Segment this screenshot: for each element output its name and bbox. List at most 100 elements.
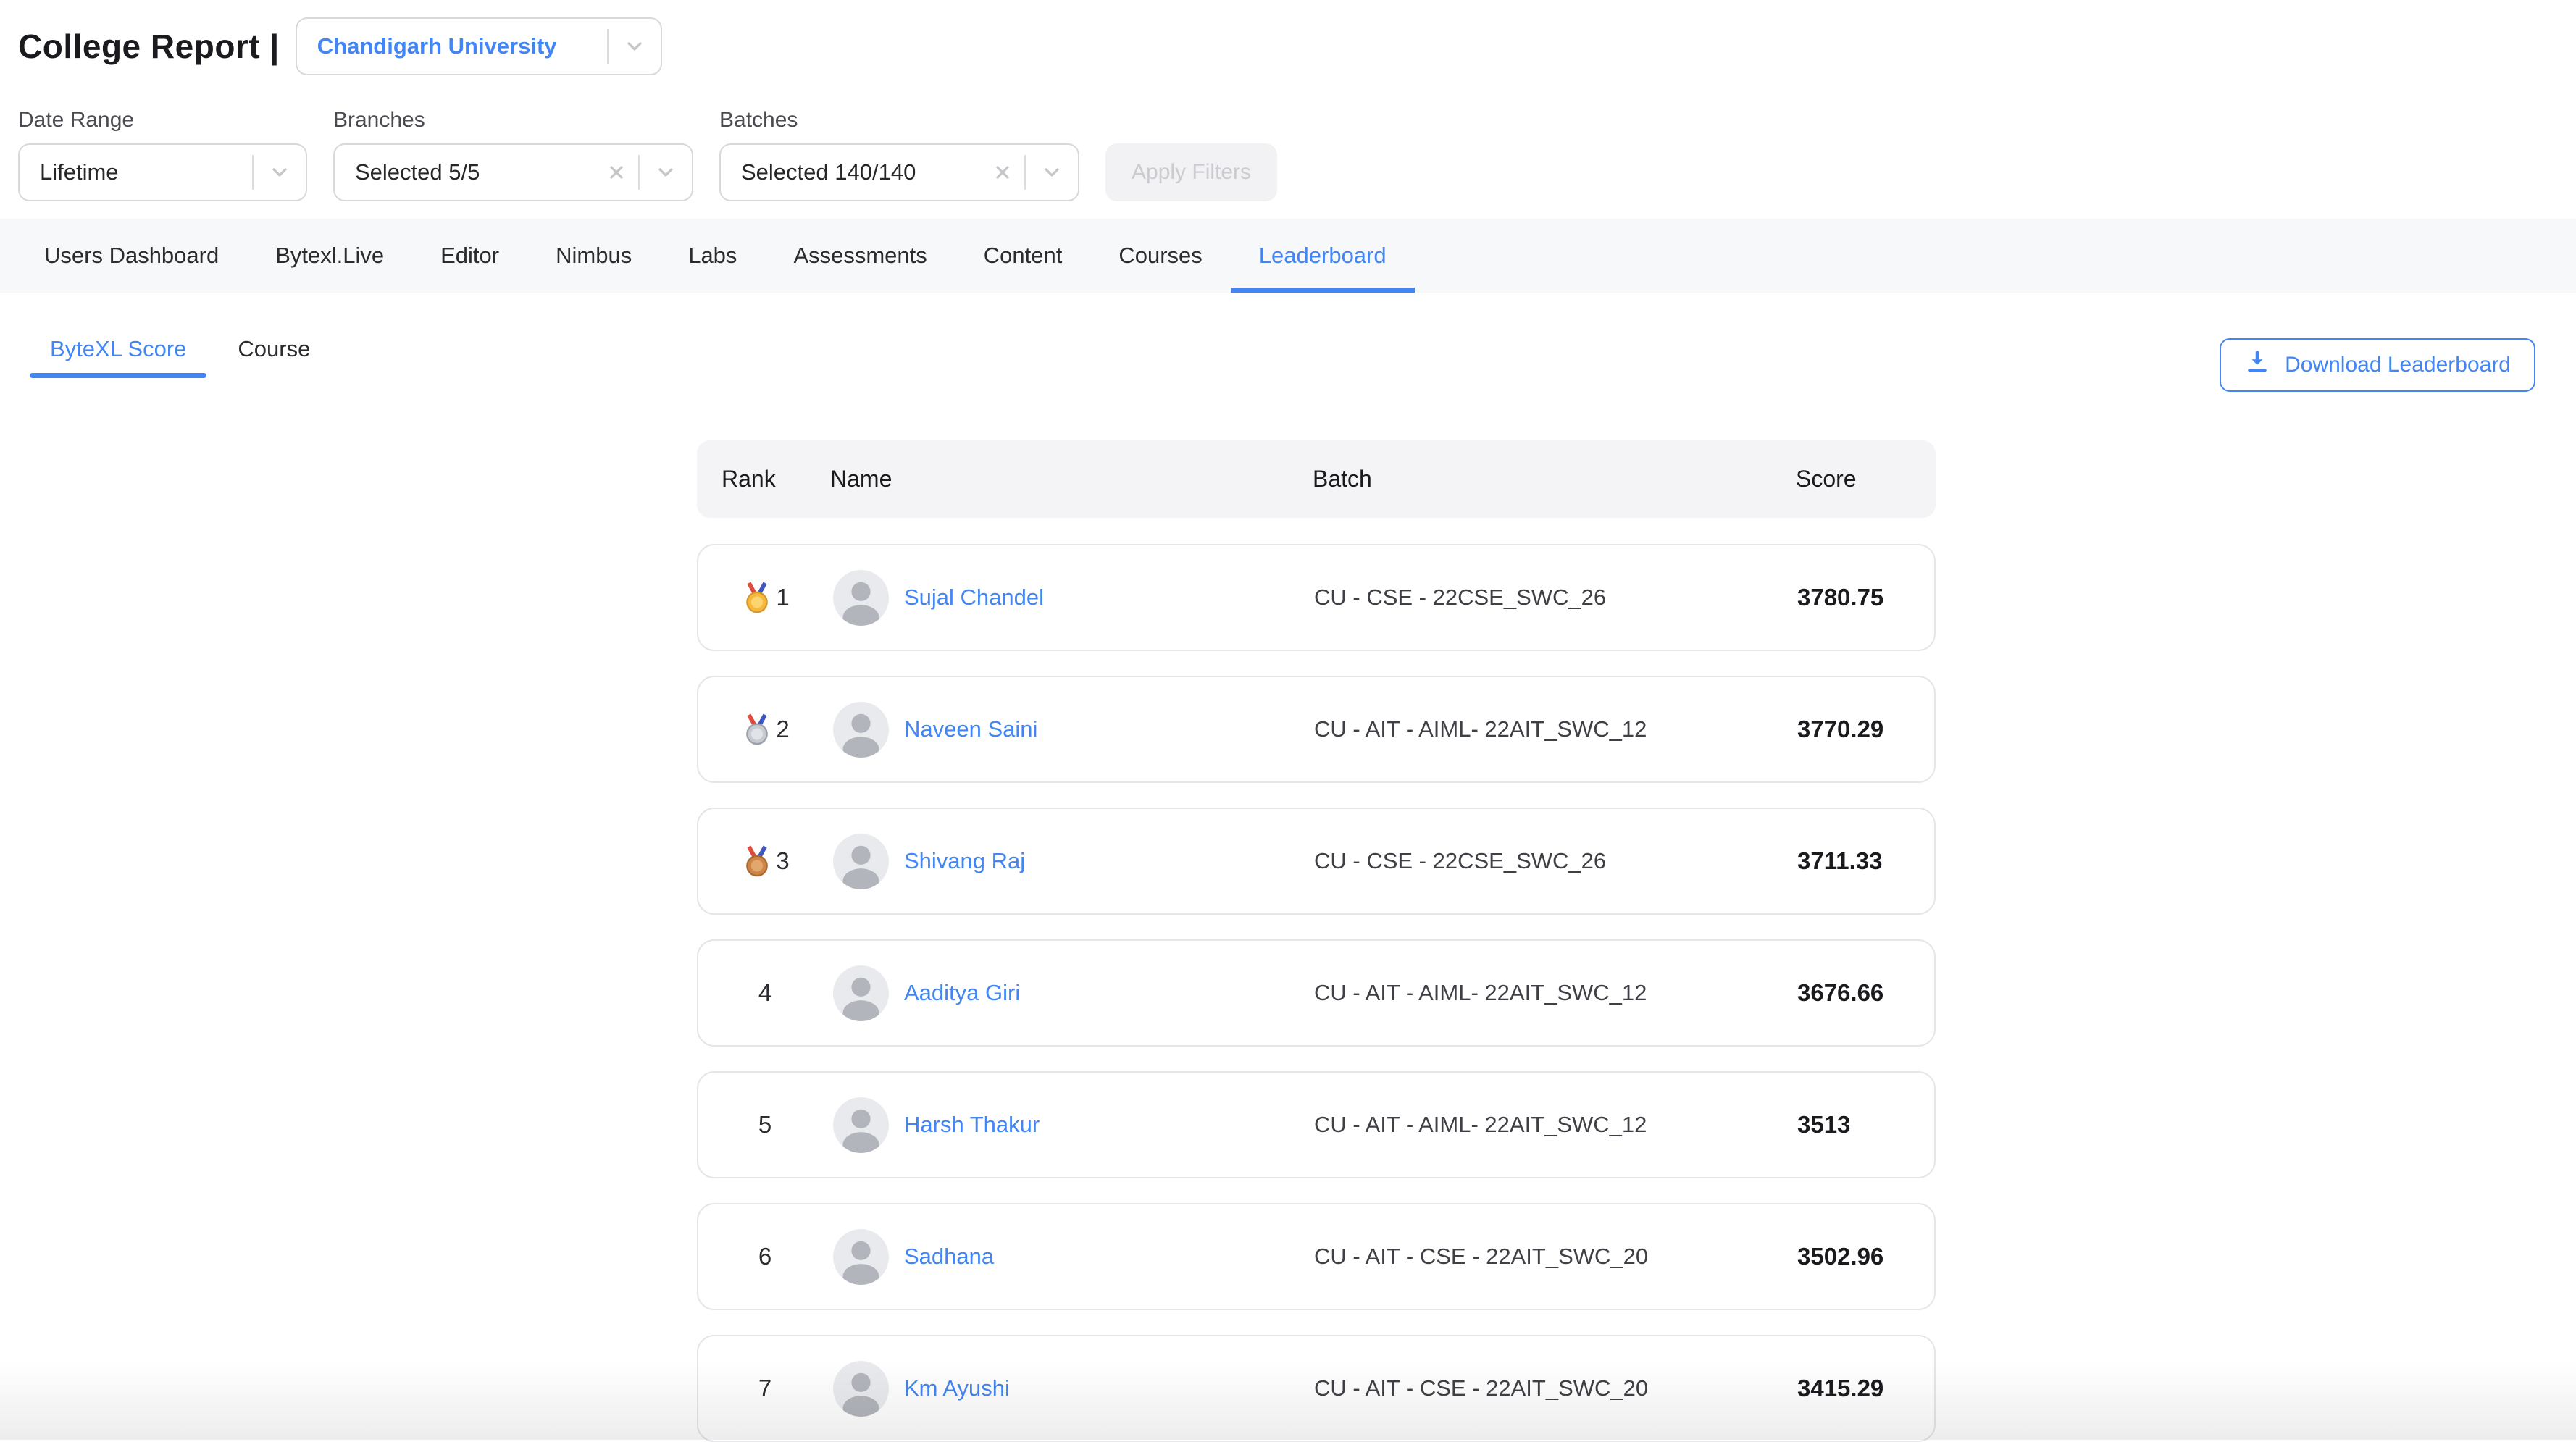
sub-tabs: ByteXL Score Course [30, 336, 330, 378]
tab-nimbus[interactable]: Nimbus [527, 219, 660, 293]
tab-courses[interactable]: Courses [1090, 219, 1230, 293]
rank-value: 5 [758, 1111, 771, 1139]
batch-value: CU - AIT - CSE - 22AIT_SWC_20 [1314, 1375, 1797, 1401]
batch-value: CU - AIT - AIML- 22AIT_SWC_12 [1314, 716, 1797, 742]
batch-value: CU - CSE - 22CSE_SWC_26 [1314, 848, 1797, 874]
avatar [833, 965, 889, 1021]
download-button-label: Download Leaderboard [2285, 353, 2511, 377]
batches-filter: Batches Selected 140/140 [719, 107, 1079, 201]
student-name-link[interactable]: Sujal Chandel [904, 584, 1044, 611]
leaderboard-panel: ByteXL ScoreCourse Download Leaderboard … [0, 293, 2576, 1442]
tab-labs[interactable]: Labs [660, 219, 765, 293]
date-range-select[interactable]: Lifetime [18, 143, 307, 201]
header: College Report | Chandigarh University D… [0, 0, 2576, 201]
name-cell: Sadhana [832, 1229, 1314, 1285]
rank-value: 3 [776, 847, 789, 875]
branches-filter: Branches Selected 5/5 [333, 107, 693, 201]
name-cell: Shivang Raj [832, 834, 1314, 889]
score-value: 3415.29 [1797, 1375, 1934, 1402]
avatar [833, 1229, 889, 1285]
branches-value: Selected 5/5 [335, 159, 601, 185]
chevron-down-icon [254, 161, 306, 184]
branches-select[interactable]: Selected 5/5 [333, 143, 693, 201]
page-title: College Report | [18, 27, 280, 66]
clear-icon[interactable] [601, 162, 638, 183]
batch-value: CU - AIT - AIML- 22AIT_SWC_12 [1314, 980, 1797, 1006]
university-select-value: Chandigarh University [297, 33, 607, 59]
student-name-link[interactable]: Harsh Thakur [904, 1112, 1040, 1138]
score-value: 3711.33 [1797, 847, 1934, 875]
batches-select[interactable]: Selected 140/140 [719, 143, 1079, 201]
avatar [833, 1097, 889, 1153]
rank-cell: 5 [698, 1111, 832, 1139]
rank-value: 6 [758, 1243, 771, 1270]
rank-cell: 6 [698, 1243, 832, 1270]
chevron-down-icon [640, 161, 692, 184]
branches-label: Branches [333, 107, 693, 133]
avatar [833, 1361, 889, 1417]
tab-editor[interactable]: Editor [412, 219, 527, 293]
rank-cell: 4 [698, 979, 832, 1007]
rank-cell: 7 [698, 1375, 832, 1402]
table-row: 6 Sadhana CU - AIT - CSE - 22AIT_SWC_20 … [697, 1203, 1936, 1310]
column-header-rank: Rank [697, 466, 830, 492]
score-value: 3770.29 [1797, 716, 1934, 743]
student-name-link[interactable]: Aaditya Giri [904, 980, 1020, 1006]
table-row: 3 Shivang Raj CU - CSE - 22CSE_SWC_26 37… [697, 808, 1936, 915]
table-row: 2 Naveen Saini CU - AIT - AIML- 22AIT_SW… [697, 676, 1936, 783]
rank-value: 4 [758, 979, 771, 1007]
main-tab-bar: Users DashboardBytexl.LiveEditorNimbusLa… [0, 219, 2576, 293]
tab-content[interactable]: Content [955, 219, 1091, 293]
tab-leaderboard[interactable]: Leaderboard [1231, 219, 1415, 293]
title-row: College Report | Chandigarh University [18, 17, 2535, 75]
name-cell: Naveen Saini [832, 702, 1314, 758]
student-name-link[interactable]: Shivang Raj [904, 848, 1025, 874]
clear-icon[interactable] [987, 162, 1024, 183]
table-row: 5 Harsh Thakur CU - AIT - AIML- 22AIT_SW… [697, 1071, 1936, 1178]
avatar [833, 570, 889, 626]
apply-filters-button[interactable]: Apply Filters [1105, 143, 1277, 201]
column-header-score: Score [1796, 466, 1936, 492]
name-cell: Aaditya Giri [832, 965, 1314, 1021]
score-value: 3780.75 [1797, 584, 1934, 611]
date-range-filter: Date Range Lifetime [18, 107, 307, 201]
filters-row: Date Range Lifetime Branches Selected 5/… [18, 107, 2535, 201]
table-row: 7 Km Ayushi CU - AIT - CSE - 22AIT_SWC_2… [697, 1335, 1936, 1442]
leaderboard-table: Rank Name Batch Score 1 [697, 440, 1936, 1442]
table-header: Rank Name Batch Score [697, 440, 1936, 518]
tab-users-dashboard[interactable]: Users Dashboard [16, 219, 247, 293]
student-name-link[interactable]: Km Ayushi [904, 1375, 1010, 1401]
chevron-down-icon [1026, 161, 1078, 184]
name-cell: Harsh Thakur [832, 1097, 1314, 1153]
sub-tab-course[interactable]: Course [217, 336, 330, 378]
score-value: 3676.66 [1797, 979, 1934, 1007]
batch-value: CU - CSE - 22CSE_SWC_26 [1314, 584, 1797, 611]
medal-icon [740, 844, 774, 878]
avatar [833, 702, 889, 758]
medal-icon [740, 713, 774, 746]
column-header-name: Name [830, 466, 1313, 492]
university-select[interactable]: Chandigarh University [296, 17, 662, 75]
tab-bytexl-live[interactable]: Bytexl.Live [247, 219, 412, 293]
score-value: 3502.96 [1797, 1243, 1934, 1270]
table-row: 4 Aaditya Giri CU - AIT - AIML- 22AIT_SW… [697, 939, 1936, 1047]
rank-value: 1 [776, 584, 789, 611]
sub-tab-bytexl-score[interactable]: ByteXL Score [30, 336, 206, 378]
avatar [833, 834, 889, 889]
tab-assessments[interactable]: Assessments [765, 219, 955, 293]
score-value: 3513 [1797, 1111, 1934, 1139]
batch-value: CU - AIT - AIML- 22AIT_SWC_12 [1314, 1112, 1797, 1138]
student-name-link[interactable]: Sadhana [904, 1244, 994, 1270]
chevron-down-icon [609, 35, 661, 58]
student-name-link[interactable]: Naveen Saini [904, 716, 1037, 742]
name-cell: Km Ayushi [832, 1361, 1314, 1417]
rank-value: 2 [776, 716, 789, 743]
name-cell: Sujal Chandel [832, 570, 1314, 626]
rank-cell: 1 [698, 581, 832, 614]
table-row: 1 Sujal Chandel CU - CSE - 22CSE_SWC_26 … [697, 544, 1936, 651]
download-leaderboard-button[interactable]: Download Leaderboard [2220, 338, 2535, 392]
batches-value: Selected 140/140 [721, 159, 987, 185]
batch-value: CU - AIT - CSE - 22AIT_SWC_20 [1314, 1244, 1797, 1270]
rank-value: 7 [758, 1375, 771, 1402]
rank-cell: 2 [698, 713, 832, 746]
